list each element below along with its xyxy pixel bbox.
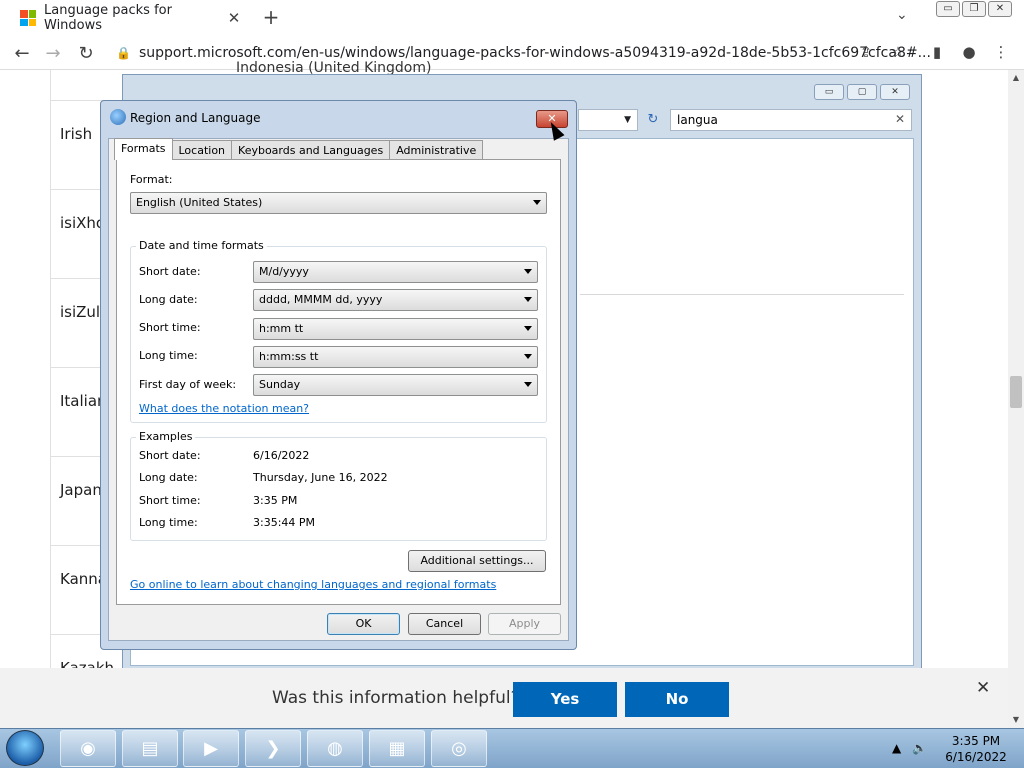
apply-button[interactable]: Apply [488,613,561,635]
datetime-group-label: Date and time formats [136,239,267,252]
cp-address-dropdown[interactable]: ▼ [578,109,638,131]
menu-kebab-icon[interactable]: ⋮ [990,43,1012,61]
volume-icon[interactable]: 🔈 [912,741,927,755]
new-tab-button[interactable]: + [259,5,283,29]
example-short-date-label: Short date: [139,449,201,462]
tab-formats[interactable]: Formats [114,138,173,160]
start-button[interactable] [6,730,44,766]
ok-button[interactable]: OK [327,613,400,635]
globe-icon [110,109,126,125]
tab-close-icon[interactable]: ✕ [224,9,244,27]
side-panel-icon[interactable]: ▮ [926,43,948,61]
scrollbar-thumb[interactable] [1010,376,1022,408]
tab-search-chevron-icon[interactable]: ⌄ [896,7,908,23]
example-short-time-label: Short time: [139,494,201,507]
cp-search-clear-icon[interactable]: ✕ [895,112,905,126]
cp-maximize-button[interactable]: ▢ [847,84,877,100]
example-long-date-label: Long date: [139,471,198,484]
chevron-down-icon [524,382,532,387]
long-time-value: h:mm:ss tt [259,350,319,363]
long-date-select[interactable]: dddd, MMMM dd, yyyy [253,289,538,311]
minimize-button[interactable]: ▭ [936,1,960,17]
restore-button[interactable]: ❐ [962,1,986,17]
cp-search-value: langua [677,113,718,127]
first-day-value: Sunday [259,378,301,391]
firefox-taskbar-icon[interactable]: ◍ [307,730,363,767]
omnibox[interactable]: 🔒 support.microsoft.com/en-us/windows/la… [108,39,931,67]
example-short-time-value: 3:35 PM [253,494,298,507]
browser-tab[interactable]: Language packs for Windows ✕ [0,0,250,36]
chevron-down-icon [524,326,532,331]
browser-window-controls: ▭ ❐ ✕ [936,1,1012,17]
short-date-label: Short date: [139,265,201,278]
tab-administrative[interactable]: Administrative [389,140,484,160]
format-value: English (United States) [136,196,263,209]
feedback-no-button[interactable]: No [625,682,729,717]
short-date-value: M/d/yyyy [259,265,309,278]
back-arrow-icon[interactable]: ← [11,43,33,64]
long-date-value: dddd, MMMM dd, yyyy [259,293,383,306]
scroll-down-arrow-icon[interactable]: ▼ [1008,715,1024,724]
notation-help-link[interactable]: What does the notation mean? [139,402,309,415]
explorer-taskbar-icon[interactable]: ▤ [122,730,178,767]
tab-keyboards-languages[interactable]: Keyboards and Languages [231,140,391,160]
tab-title: Language packs for Windows [44,3,172,33]
chevron-down-icon [524,269,532,274]
example-long-date-value: Thursday, June 16, 2022 [253,471,388,484]
control-panel-taskbar-icon[interactable]: ▦ [369,730,425,767]
tray-up-arrow-icon[interactable]: ▲ [892,741,901,755]
control-panel-window-controls: ▭ ▢ ✕ [814,84,910,100]
examples-group-label: Examples [136,430,196,443]
first-day-select[interactable]: Sunday [253,374,538,396]
close-window-button[interactable]: ✕ [988,1,1012,17]
media-player-taskbar-icon[interactable]: ▶ [183,730,239,767]
short-date-select[interactable]: M/d/yyyy [253,261,538,283]
feedback-question: Was this information helpful? [272,688,520,708]
short-time-value: h:mm tt [259,322,304,335]
region-language-taskbar-icon[interactable]: ◎ [431,730,487,767]
reload-icon[interactable]: ↻ [75,43,97,64]
format-label: Format: [130,173,173,186]
cp-divider [580,294,904,295]
short-time-select[interactable]: h:mm tt [253,318,538,340]
microsoft-logo-icon [20,10,36,26]
long-time-label: Long time: [139,349,198,362]
forward-arrow-icon[interactable]: → [42,43,64,64]
chevron-down-icon [524,297,532,302]
online-learn-link[interactable]: Go online to learn about changing langua… [130,578,496,591]
chrome-taskbar-icon[interactable]: ◉ [60,730,116,767]
first-day-label: First day of week: [139,378,237,391]
example-long-time-label: Long time: [139,516,198,529]
share-icon[interactable]: ⇪ [855,43,877,61]
additional-settings-button[interactable]: Additional settings... [408,550,546,572]
taskbar-clock[interactable]: 3:35 PM 6/16/2022 [936,733,1016,765]
scroll-up-arrow-icon[interactable]: ▲ [1008,73,1024,82]
short-time-label: Short time: [139,321,201,334]
example-short-date-value: 6/16/2022 [253,449,310,462]
chevron-down-icon [524,354,532,359]
feedback-yes-button[interactable]: Yes [513,682,617,717]
feedback-close-icon[interactable]: ✕ [976,678,990,698]
dialog-tabs: Formats Location Keyboards and Languages… [114,138,484,160]
clock-time: 3:35 PM [951,734,1001,748]
powershell-taskbar-icon[interactable]: ❯ [245,730,301,767]
clock-date: 6/16/2022 [945,750,1007,764]
dialog-title: Region and Language [130,111,261,125]
cancel-button[interactable]: Cancel [408,613,481,635]
tab-location[interactable]: Location [171,140,233,160]
example-long-time-value: 3:35:44 PM [253,516,316,529]
cp-refresh-icon[interactable]: ↻ [642,109,664,131]
cp-search-input[interactable]: langua ✕ [670,109,912,131]
lock-icon: 🔒 [116,46,131,60]
bookmark-star-icon[interactable]: ☆ [887,43,909,61]
long-time-select[interactable]: h:mm:ss tt [253,346,538,368]
profile-avatar-icon[interactable]: ● [958,43,980,61]
chevron-down-icon [533,200,541,205]
format-select[interactable]: English (United States) [130,192,547,214]
cp-minimize-button[interactable]: ▭ [814,84,844,100]
cp-close-button[interactable]: ✕ [880,84,910,100]
long-date-label: Long date: [139,293,198,306]
url-text: support.microsoft.com/en-us/windows/lang… [138,45,931,61]
